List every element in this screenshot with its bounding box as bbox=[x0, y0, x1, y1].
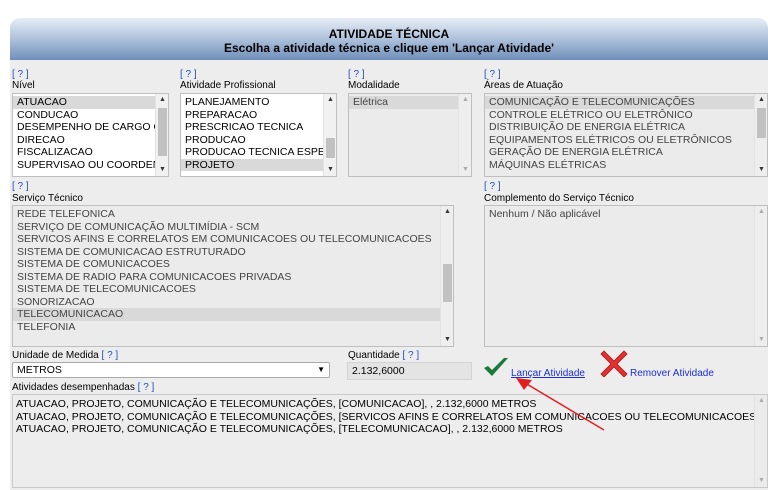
scroll-up-icon[interactable]: ▲ bbox=[441, 206, 453, 218]
help-link-areas[interactable]: [ ? ] bbox=[484, 69, 501, 80]
scrollbar[interactable]: ▲ ▼ bbox=[155, 94, 168, 176]
list-item[interactable]: DIRECAO bbox=[13, 134, 168, 147]
nivel-listbox[interactable]: ATUACAO CONDUCAO DESEMPENHO DE CARGO O D… bbox=[12, 93, 169, 177]
scroll-up-icon[interactable]: ▲ bbox=[755, 395, 767, 407]
list-item[interactable]: PRODUCAO bbox=[181, 134, 336, 147]
scroll-thumb[interactable] bbox=[158, 108, 167, 156]
scroll-up-icon[interactable]: ▲ bbox=[156, 94, 168, 106]
list-item[interactable]: DISTRIBUIÇÃO DE ENERGIA ELÉTRICA bbox=[485, 121, 767, 134]
help-link-quantidade[interactable]: [ ? ] bbox=[403, 350, 420, 361]
scrollbar[interactable]: ▲ ▼ bbox=[440, 206, 453, 346]
list-item[interactable]: SERVIÇO DE COMUNICAÇÃO MULTIMÍDIA - SCM bbox=[13, 221, 453, 234]
scroll-down-icon[interactable]: ▼ bbox=[755, 475, 767, 487]
modalidade-listbox[interactable]: Elétrica ▲ ▼ bbox=[348, 93, 472, 177]
list-item[interactable]: SONORIZACAO bbox=[13, 296, 453, 309]
page-header: ATIVIDADE TÉCNICA Escolha a atividade té… bbox=[10, 18, 768, 60]
help-link-modalidade[interactable]: [ ? ] bbox=[348, 69, 365, 80]
atividade-label: Atividade Profissional bbox=[180, 80, 276, 91]
unidade-select-value: METROS bbox=[17, 364, 62, 376]
servico-label: Serviço Técnico bbox=[12, 193, 83, 204]
atividade-listbox[interactable]: PLANEJAMENTO PREPARACAO PRESCRICAO TECNI… bbox=[180, 93, 337, 177]
scroll-up-icon[interactable]: ▲ bbox=[755, 94, 767, 106]
scroll-up-icon[interactable]: ▲ bbox=[324, 94, 336, 106]
help-link-atividades[interactable]: [ ? ] bbox=[138, 382, 155, 393]
complemento-listbox[interactable]: Nenhum / Não aplicável ▲ ▼ bbox=[484, 205, 768, 347]
list-item[interactable]: MÁQUINAS ELÉTRICAS bbox=[485, 159, 767, 172]
list-item[interactable]: REDE TELEFONICA bbox=[13, 208, 453, 221]
list-item[interactable]: SISTEMA DE COMUNICACOES bbox=[13, 258, 453, 271]
quantidade-input[interactable]: 2.132,6000 bbox=[347, 362, 472, 380]
scroll-down-icon[interactable]: ▼ bbox=[459, 164, 471, 176]
help-link-atividade[interactable]: [ ? ] bbox=[180, 69, 197, 80]
list-item[interactable]: FISCALIZACAO bbox=[13, 146, 168, 159]
scroll-thumb[interactable] bbox=[757, 108, 766, 138]
list-item[interactable]: PREPARACAO bbox=[181, 109, 336, 122]
scroll-up-icon[interactable]: ▲ bbox=[755, 206, 767, 218]
scroll-down-icon[interactable]: ▼ bbox=[441, 334, 453, 346]
help-link-nivel[interactable]: [ ? ] bbox=[12, 69, 29, 80]
areas-listbox[interactable]: COMUNICAÇÃO E TELECOMUNICAÇÕES CONTROLE … bbox=[484, 93, 768, 177]
annotation-arrow-icon bbox=[516, 378, 605, 431]
list-item: ATUACAO, PROJETO, COMUNICAÇÃO E TELECOMU… bbox=[16, 410, 768, 423]
scroll-down-icon[interactable]: ▼ bbox=[156, 164, 168, 176]
scroll-thumb[interactable] bbox=[326, 138, 335, 158]
list-item[interactable]: SISTEMA DE RADIO PARA COMUNICACOES PRIVA… bbox=[13, 271, 453, 284]
list-item[interactable]: ATUACAO bbox=[13, 96, 168, 109]
scroll-up-icon[interactable]: ▲ bbox=[459, 94, 471, 106]
scrollbar[interactable]: ▲ ▼ bbox=[458, 94, 471, 176]
list-item[interactable]: TELEFONIA bbox=[13, 321, 453, 334]
remover-atividade-button[interactable]: Remover Atividade bbox=[630, 368, 714, 379]
nivel-label: Nível bbox=[12, 80, 35, 91]
chevron-down-icon: ▼ bbox=[317, 365, 325, 374]
list-item[interactable]: SISTEMA DE TELECOMUNICACOES bbox=[13, 283, 453, 296]
scroll-thumb[interactable] bbox=[443, 264, 452, 302]
list-item[interactable]: DESEMPENHO DE CARGO O bbox=[13, 121, 168, 134]
scrollbar[interactable]: ▲ ▼ bbox=[754, 206, 767, 346]
help-link-servico[interactable]: [ ? ] bbox=[12, 181, 29, 192]
list-item[interactable]: GERAÇÃO DE ENERGIA ELÉTRICA bbox=[485, 146, 767, 159]
list-item[interactable]: PROJETO bbox=[181, 158, 336, 171]
list-item[interactable]: PRODUCAO TECNICA ESPE( bbox=[181, 146, 336, 159]
list-item[interactable]: Nenhum / Não aplicável bbox=[485, 208, 767, 221]
list-item[interactable]: TELECOMUNICACAO bbox=[13, 308, 453, 321]
list-item: ATUACAO, PROJETO, COMUNICAÇÃO E TELECOMU… bbox=[16, 423, 563, 435]
modalidade-label: Modalidade bbox=[348, 80, 400, 91]
help-link-unidade[interactable]: [ ? ] bbox=[102, 350, 119, 361]
scroll-down-icon[interactable]: ▼ bbox=[755, 334, 767, 346]
checkmark-icon[interactable] bbox=[482, 356, 510, 380]
unidade-label: Unidade de Medida [ ? ] bbox=[12, 350, 119, 361]
unidade-select[interactable]: METROS ▼ bbox=[12, 362, 330, 378]
list-item[interactable]: CONTROLE ELÉTRICO OU ELETRÔNICO bbox=[485, 109, 767, 122]
close-icon[interactable] bbox=[600, 349, 628, 377]
scrollbar[interactable]: ▲ ▼ bbox=[754, 395, 767, 487]
list-item[interactable]: SUPERVISAO OU COORDEN bbox=[13, 159, 168, 172]
list-item[interactable]: PLANEJAMENTO bbox=[181, 96, 336, 109]
list-item[interactable]: EQUIPAMENTOS ELÉTRICOS OU ELETRÔNICOS bbox=[485, 134, 767, 147]
scroll-down-icon[interactable]: ▼ bbox=[324, 164, 336, 176]
areas-label: Áreas de Atuação bbox=[484, 80, 563, 91]
list-item[interactable]: Elétrica bbox=[349, 96, 471, 109]
list-item[interactable]: COMUNICAÇÃO E TELECOMUNICAÇÕES bbox=[485, 96, 767, 109]
scrollbar[interactable]: ▲ ▼ bbox=[323, 94, 336, 176]
atividades-textarea[interactable]: ATUACAO, PROJETO, COMUNICAÇÃO E TELECOMU… bbox=[12, 394, 768, 488]
page-title: ATIVIDADE TÉCNICA bbox=[328, 27, 450, 41]
atividades-label: Atividades desempenhadas [ ? ] bbox=[12, 382, 155, 393]
page-subtitle: Escolha a atividade técnica e clique em … bbox=[223, 41, 555, 55]
scroll-down-icon[interactable]: ▼ bbox=[755, 164, 767, 176]
quantidade-label: Quantidade [ ? ] bbox=[348, 350, 420, 361]
list-item[interactable]: CONDUCAO bbox=[13, 109, 168, 122]
list-item: ATUACAO, PROJETO, COMUNICAÇÃO E TELECOMU… bbox=[16, 398, 537, 410]
list-item[interactable]: SISTEMA DE COMUNICACAO ESTRUTURADO bbox=[13, 246, 453, 259]
list-item[interactable]: PRESCRICAO TECNICA bbox=[181, 121, 336, 134]
list-item[interactable]: SERVICOS AFINS E CORRELATOS EM COMUNICAC… bbox=[13, 233, 453, 246]
complemento-label: Complemento do Serviço Técnico bbox=[484, 193, 634, 204]
scrollbar[interactable]: ▲ ▼ bbox=[754, 94, 767, 176]
help-link-complemento[interactable]: [ ? ] bbox=[484, 181, 501, 192]
servico-listbox[interactable]: REDE TELEFONICA SERVIÇO DE COMUNICAÇÃO M… bbox=[12, 205, 454, 347]
